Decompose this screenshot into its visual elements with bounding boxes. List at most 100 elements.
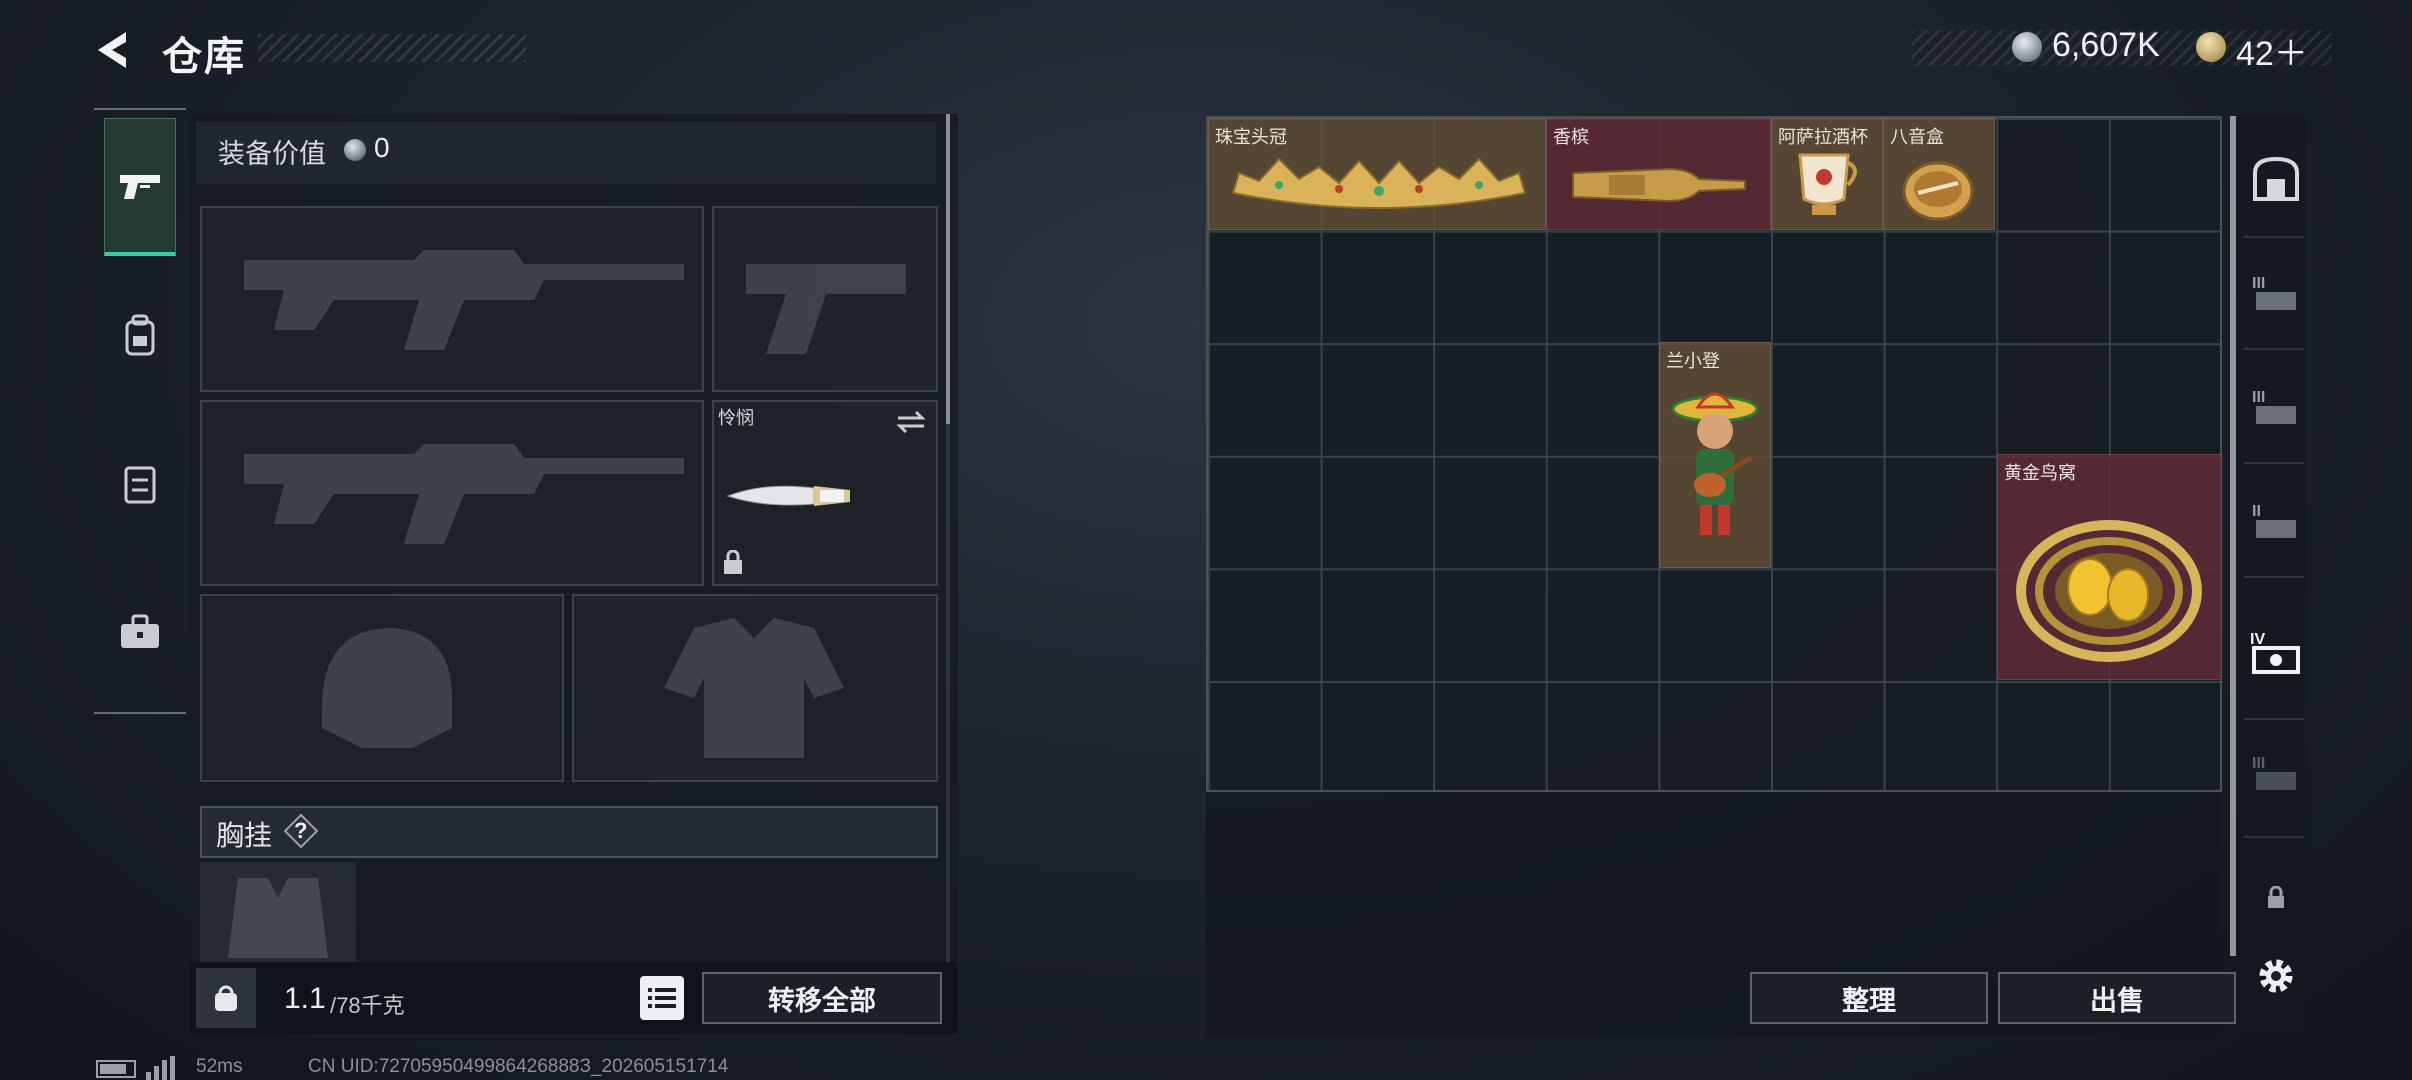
stash-scrollbar[interactable]: [2230, 116, 2236, 956]
item-name: 黄金鸟窝: [2004, 463, 2076, 483]
back-button[interactable]: [92, 26, 140, 74]
silver-amount: 6,607K: [2052, 26, 2160, 64]
rail-divider: [2244, 576, 2304, 578]
svg-text:III: III: [2252, 275, 2265, 292]
swap-icon[interactable]: [896, 410, 926, 434]
ping-text: 52ms: [196, 1056, 243, 1077]
tab-backpack[interactable]: [104, 300, 176, 372]
rail-divider: [2244, 348, 2304, 350]
armor-slot[interactable]: [572, 594, 938, 782]
toolbox-icon: [121, 614, 159, 648]
locked-slot: [2248, 870, 2304, 926]
chest-rig-icon: [124, 466, 156, 504]
stash-grid[interactable]: 珠宝头冠 香槟 阿萨拉酒杯 八音盒 兰小登 黄金鸟窝: [1206, 116, 2222, 792]
rifle-silhouette-icon: [244, 444, 684, 544]
case-tier-3-icon: III: [2252, 755, 2296, 790]
page-title: 仓库: [162, 35, 246, 79]
item-name: 阿萨拉酒杯: [1778, 127, 1868, 147]
silver-coin-icon: [2012, 32, 2042, 62]
stash-item[interactable]: 兰小登: [1659, 342, 1771, 568]
tab-chest-rig[interactable]: [104, 448, 176, 520]
stash-item[interactable]: 八音盒: [1883, 118, 1995, 230]
back-arrow-icon: [98, 32, 126, 68]
rail-top-divider: [94, 108, 186, 110]
chest-rig-silhouette-icon: [228, 878, 328, 958]
uid-text: CN UID:7270595049986426888З_202605151714: [308, 1056, 729, 1077]
backpack-icon: [2253, 156, 2299, 201]
weight-current: 1.1: [284, 982, 326, 1015]
weight-icon-box: [196, 968, 256, 1028]
sell-button[interactable]: 出售: [1998, 972, 2236, 1024]
kettlebell-icon: [215, 985, 237, 1011]
list-icon: [648, 988, 676, 1008]
container-tab-case-3[interactable]: III: [2248, 744, 2304, 800]
help-mark: ?: [294, 818, 308, 843]
secondary-weapon-slot[interactable]: [200, 400, 704, 586]
item-name: 香槟: [1553, 127, 1589, 147]
container-tab-backpack[interactable]: [2248, 150, 2304, 206]
case-tier-4-icon: IV: [2250, 631, 2300, 674]
organize-button[interactable]: 整理: [1750, 972, 1988, 1024]
signal-icon: [146, 1056, 175, 1080]
goblet-icon: [1798, 153, 1857, 215]
svg-text:III: III: [2252, 389, 2265, 406]
tab-weapons[interactable]: [104, 118, 176, 256]
chest-rig-slot[interactable]: [200, 862, 356, 962]
item-name: 兰小登: [1666, 351, 1720, 371]
settings-button[interactable]: [2248, 948, 2304, 1004]
transfer-all-button[interactable]: 转移全部: [702, 972, 942, 1024]
container-tab-rig-3[interactable]: III: [2248, 264, 2304, 320]
title-decoration: [258, 34, 526, 62]
equipment-scroll-thumb[interactable]: [946, 114, 950, 424]
tiara-icon: [1231, 157, 1527, 209]
pistol-slot[interactable]: [712, 206, 938, 392]
chest-rig-tier-3-icon: III: [2252, 389, 2296, 424]
melee-item-name: 怜悯: [718, 408, 754, 428]
tab-toolbox[interactable]: [104, 596, 176, 668]
rail-divider: [2244, 462, 2304, 464]
svg-text:IV: IV: [2250, 631, 2265, 648]
champagne-bottle-icon: [1572, 167, 1746, 203]
container-tab-rig-3b[interactable]: III: [2248, 378, 2304, 434]
gold-coin-icon: [2196, 32, 2226, 62]
equipment-value: 0: [374, 132, 390, 163]
knife-icon: [726, 485, 850, 506]
equipment-value-label: 装备价值: [218, 139, 326, 169]
gold-amount[interactable]: 42＋: [2236, 26, 2308, 75]
item-name: 珠宝头冠: [1215, 127, 1287, 147]
chest-rig-tier-3-icon: III: [2252, 275, 2296, 310]
lock-icon: [2268, 886, 2284, 908]
weight-max: /78千克: [330, 993, 405, 1018]
stash-item[interactable]: 阿萨拉酒杯: [1771, 118, 1883, 230]
item-name: 八音盒: [1890, 127, 1944, 147]
stash-item[interactable]: 黄金鸟窝: [1997, 454, 2222, 680]
container-tab-case-4[interactable]: IV: [2248, 624, 2304, 680]
armor-silhouette-icon: [664, 618, 844, 758]
rail-bottom-divider: [94, 712, 186, 714]
helmet-silhouette-icon: [322, 628, 452, 748]
rail-divider: [2244, 718, 2304, 720]
chest-rig-label: 胸挂: [216, 820, 273, 851]
silver-coin-icon: [344, 139, 366, 161]
rail-divider: [2244, 236, 2304, 238]
lock-icon: [724, 550, 742, 574]
pistol-icon: [120, 174, 160, 199]
gear-icon: [2259, 959, 2293, 993]
backpack-icon: [125, 314, 155, 356]
chest-rig-tier-2-icon: II: [2252, 503, 2296, 538]
primary-weapon-slot[interactable]: [200, 206, 704, 392]
container-tab-rig-2[interactable]: II: [2248, 492, 2304, 548]
mariachi-figure-icon: [1671, 392, 1759, 535]
battery-icon: [96, 1060, 136, 1078]
stash-item[interactable]: 珠宝头冠: [1208, 118, 1546, 230]
list-view-button[interactable]: [640, 976, 684, 1020]
help-button[interactable]: ?: [283, 813, 319, 849]
rifle-silhouette-icon: [244, 250, 684, 350]
svg-text:III: III: [2252, 755, 2265, 772]
stash-item[interactable]: 香槟: [1546, 118, 1771, 230]
music-box-icon: [1902, 161, 1974, 221]
rail-divider: [2244, 836, 2304, 838]
svg-text:II: II: [2252, 503, 2261, 520]
helmet-slot[interactable]: [200, 594, 564, 782]
golden-nest-icon: [2016, 520, 2202, 662]
